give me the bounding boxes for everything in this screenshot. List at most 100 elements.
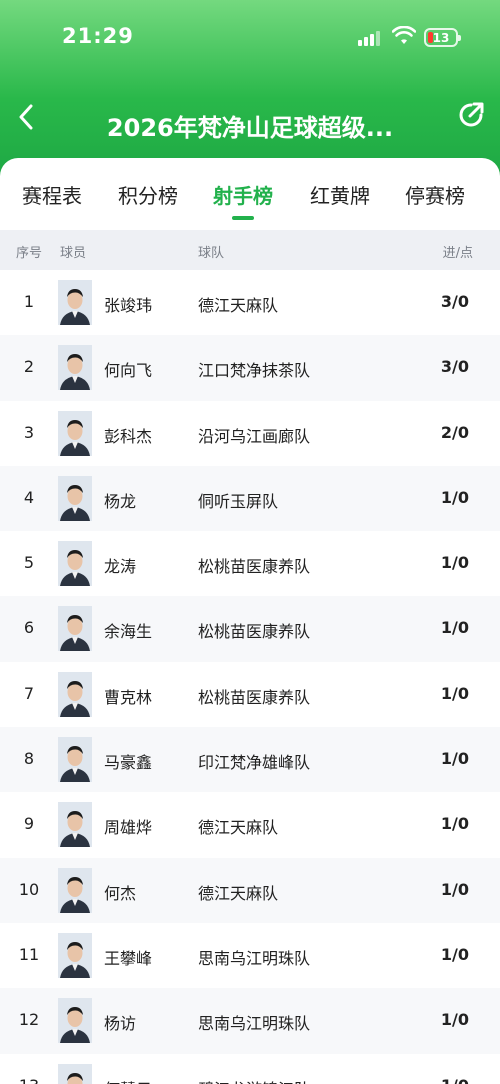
tab-schedule[interactable]: 赛程表 [22,180,82,209]
player-name: 何慧云 [104,1076,152,1084]
player-avatar [58,410,92,456]
row-rank: 5 [23,553,35,573]
header-player: 球员 [60,246,87,261]
row-rank: 13 [0,1076,58,1084]
player-avatar [58,802,92,848]
goals-penalties: 1/0 [440,749,469,769]
player-avatar [58,541,92,587]
table-row[interactable]: 5 龙涛 松桃苗医康养队 1/0 [0,531,500,596]
goals-penalties: 1/0 [440,944,469,964]
team-name: 思南乌江明珠队 [198,948,311,968]
battery-icon: 13 [424,28,461,47]
table-row[interactable]: 4 杨龙 侗听玉屏队 1/0 [0,465,500,532]
tab-cards[interactable]: 红黄牌 [310,180,370,209]
player-photo-icon [58,280,92,325]
goals-penalties: 1/0 [440,618,469,638]
player-name: 周雄烨 [104,818,153,838]
table-row[interactable]: 10 何杰 德江天麻队 1/0 [0,857,500,923]
player-photo-icon [58,541,92,587]
tab-standings[interactable]: 积分榜 [118,180,178,209]
tab-suspensions[interactable]: 停赛榜 [405,180,465,209]
goals-penalties: 3/0 [440,292,469,311]
table-row[interactable]: 3 彭科杰 沿河乌江画廊队 2/0 [0,401,500,466]
player-photo-icon [58,345,92,391]
table-row[interactable]: 2 何向飞 江口梵净抹茶队 3/0 [0,335,500,401]
row-rank: 3 [23,422,35,442]
player-name: 余海生 [104,622,153,642]
player-photo-icon [58,867,92,913]
team-name: 松桃苗医康养队 [198,687,311,707]
signal-icon [358,30,384,46]
player-photo-icon [58,932,92,978]
player-name: 何向飞 [104,361,153,381]
table-row[interactable]: 12 杨访 思南乌江明珠队 1/0 [0,988,500,1054]
share-external-icon[interactable] [456,100,486,130]
player-avatar [58,867,92,913]
goals-penalties: 1/0 [440,683,469,703]
player-name: 杨龙 [104,491,137,511]
table-row[interactable]: 8 马豪鑫 印江梵净雄峰队 1/0 [0,727,500,793]
goals-penalties: 1/0 [440,487,469,507]
page-title: 2026年梵净山足球超级... [106,114,394,142]
player-photo-icon [58,737,92,783]
player-photo-icon [58,606,92,652]
header-goals: 进/点 [442,246,473,261]
goals-penalties: 1/0 [440,553,469,573]
row-rank: 1 [23,292,35,311]
team-name: 江口梵净抹茶队 [198,361,311,381]
row-rank: 10 [18,879,40,899]
chevron-left-icon[interactable] [12,100,42,134]
team-name: 侗听玉屏队 [198,491,279,511]
team-name: 沿河乌江画廊队 [198,426,311,446]
player-avatar [58,475,92,521]
player-photo-icon [58,671,92,717]
player-avatar [58,671,92,717]
row-rank: 4 [23,487,35,507]
player-name: 王攀峰 [104,948,153,968]
row-rank: 8 [23,749,35,769]
team-name: 碧江龙游锦江队 [198,1076,310,1084]
goals-penalties: 1/0 [440,1010,469,1030]
goals-penalties: 1/0 [441,1076,469,1084]
row-rank: 9 [23,814,35,834]
table-row[interactable]: 11 王攀峰 思南乌江明珠队 1/0 [0,923,500,988]
player-photo-icon [58,998,92,1044]
player-avatar [58,932,92,978]
player-name: 龙涛 [104,557,137,577]
table-row[interactable]: 13 何慧云 碧江龙游锦江队 1/0 [0,1054,500,1084]
player-photo-icon [58,802,92,848]
player-name: 何杰 [104,883,137,903]
header-team: 球队 [198,246,225,261]
active-tab-indicator [232,216,254,220]
team-name: 松桃苗医康养队 [198,622,311,642]
player-photo-icon [58,1063,92,1084]
goals-penalties: 1/0 [440,879,469,899]
table-row[interactable]: 6 余海生 松桃苗医康养队 1/0 [0,596,500,662]
player-name: 彭科杰 [104,426,153,446]
team-name: 松桃苗医康养队 [198,557,311,577]
row-rank: 12 [18,1010,40,1030]
player-avatar [58,1063,92,1084]
goals-penalties: 3/0 [440,357,469,377]
table-header: 序号 球员 球队 进/点 [0,230,500,270]
content-card: 赛程表 积分榜 射手榜 红黄牌 停赛榜 序号 球员 球队 进/点 1 张竣玮 德江天… [0,158,500,1084]
player-name: 马豪鑫 [104,753,153,773]
player-photo-icon [58,410,92,456]
team-name: 德江天麻队 [198,883,279,903]
row-rank: 11 [18,944,40,964]
player-name: 杨访 [104,1014,137,1034]
tab-bar: 赛程表 积分榜 射手榜 红黄牌 停赛榜 [0,158,500,230]
team-name: 思南乌江明珠队 [198,1014,311,1034]
goals-penalties: 2/0 [440,422,469,442]
team-name: 德江天麻队 [198,296,279,315]
table-row[interactable]: 7 曹克林 松桃苗医康养队 1/0 [0,662,500,727]
player-avatar [58,280,92,325]
player-name: 曹克林 [104,687,153,707]
team-name: 印江梵净雄峰队 [198,753,311,773]
status-bar: 21:29 13 [0,0,500,72]
table-row[interactable]: 9 周雄烨 德江天麻队 1/0 [0,792,500,857]
row-rank: 6 [23,618,35,638]
player-photo-icon [58,475,92,521]
tab-scorers[interactable]: 射手榜 [213,180,273,209]
table-row[interactable]: 1 张竣玮 德江天麻队 3/0 [0,270,500,335]
